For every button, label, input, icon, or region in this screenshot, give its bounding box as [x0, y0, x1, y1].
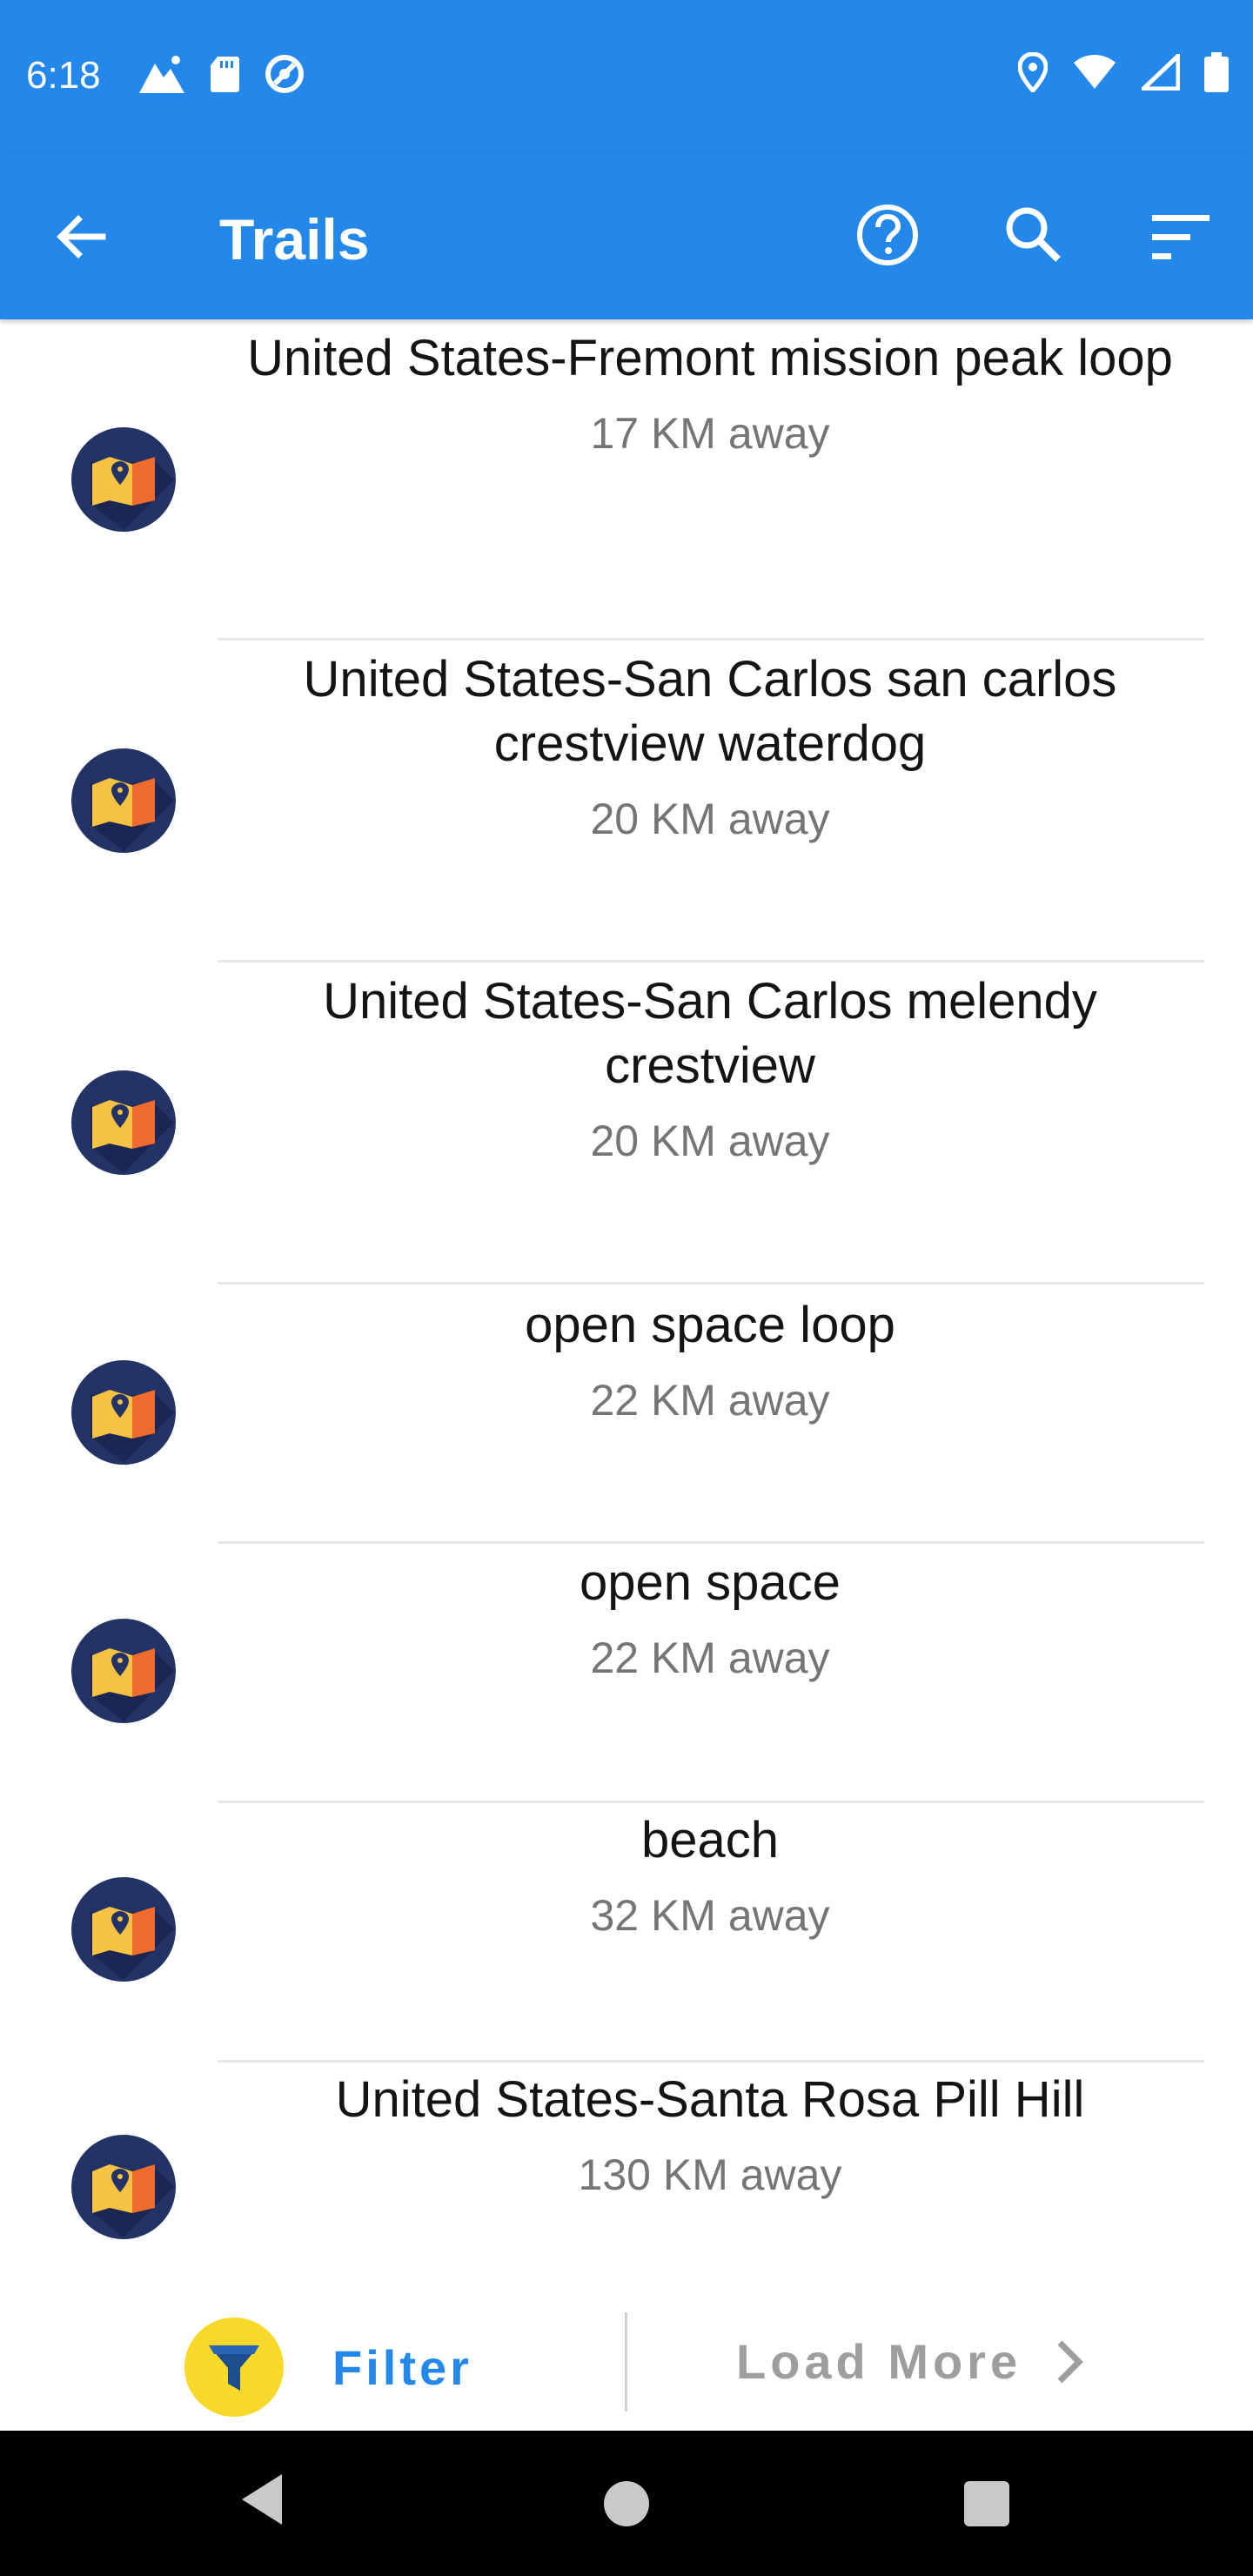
- filter-icon-circle: [184, 2318, 284, 2417]
- trail-list-item[interactable]: United States-San Carlos melendy crestvi…: [0, 963, 1253, 1283]
- trail-name: beach: [640, 1812, 780, 1868]
- trail-text: United States-Fremont mission peak loop …: [218, 326, 1203, 464]
- filter-button[interactable]: Filter: [184, 2318, 472, 2417]
- wifi-icon: [1074, 55, 1116, 89]
- status-bar: 6:18: [0, 0, 1253, 152]
- trail-list-item[interactable]: United States-Fremont mission peak loop …: [0, 319, 1253, 640]
- trail-distance: 22 KM away: [590, 1376, 830, 1425]
- trail-name: United States-Santa Rosa Pill Hill: [335, 2071, 1085, 2128]
- sd-card-icon: [211, 57, 239, 92]
- trail-distance: 32 KM away: [590, 1891, 830, 1940]
- load-more-button[interactable]: Load More: [736, 2333, 1086, 2390]
- location-icon: [1018, 52, 1048, 92]
- sort-button[interactable]: [1147, 203, 1216, 272]
- help-icon: [857, 205, 918, 265]
- trail-name: open space loop: [525, 1297, 895, 1353]
- trail-list-item[interactable]: open space loop 22 KM away: [0, 1285, 1253, 1542]
- chevron-right-icon: [1057, 2340, 1084, 2383]
- trail-distance: 20 KM away: [590, 1117, 830, 1165]
- trail-distance: 20 KM away: [590, 795, 830, 843]
- trail-name: open space: [580, 1554, 841, 1611]
- trail-name: United States-San Carlos melendy crestvi…: [323, 973, 1097, 1094]
- sort-icon: [1152, 215, 1209, 259]
- status-left-icons: [137, 52, 306, 96]
- search-icon: [1006, 207, 1061, 262]
- map-icon: [71, 1360, 176, 1465]
- mountain-icon: [139, 56, 184, 93]
- trail-list-item[interactable]: United States-Santa Rosa Pill Hill 130 K…: [0, 2063, 1253, 2284]
- trail-list[interactable]: United States-Fremont mission peak loop …: [0, 319, 1253, 2284]
- nav-recents-icon[interactable]: [964, 2481, 1009, 2526]
- bottom-bar-divider: [625, 2312, 627, 2412]
- trail-text: open space 22 KM away: [218, 1551, 1203, 1688]
- trail-text: open space loop 22 KM away: [218, 1293, 1203, 1431]
- bottom-action-bar: Filter Load More: [0, 2284, 1253, 2431]
- trail-name: United States-San Carlos san carlos cres…: [303, 651, 1117, 772]
- map-icon: [71, 1070, 176, 1175]
- trail-list-item[interactable]: United States-San Carlos san carlos cres…: [0, 641, 1253, 961]
- app-bar: Trails: [0, 152, 1253, 319]
- help-button[interactable]: [853, 200, 922, 270]
- trail-distance: 22 KM away: [590, 1633, 830, 1682]
- filter-funnel-icon: [209, 2345, 259, 2391]
- system-nav-bar: [0, 2431, 1253, 2576]
- status-time: 6:18: [26, 54, 101, 97]
- signal-icon: [1142, 54, 1180, 91]
- back-button[interactable]: [50, 206, 111, 267]
- trail-text: United States-San Carlos san carlos cres…: [218, 647, 1203, 849]
- load-more-label: Load More: [736, 2334, 1022, 2389]
- map-icon: [71, 2135, 176, 2239]
- trail-name: United States-Fremont mission peak loop: [247, 330, 1173, 386]
- filter-label: Filter: [332, 2339, 472, 2395]
- map-icon: [71, 427, 176, 532]
- trail-list-item[interactable]: open space 22 KM away: [0, 1544, 1253, 1801]
- nav-back-icon[interactable]: [237, 2469, 285, 2530]
- trail-distance: 130 KM away: [578, 2150, 842, 2199]
- battery-icon: [1204, 52, 1229, 92]
- trail-text: United States-San Carlos melendy crestvi…: [218, 969, 1203, 1171]
- trail-list-item[interactable]: beach 32 KM away: [0, 1803, 1253, 2061]
- trail-text: beach 32 KM away: [218, 1808, 1203, 1946]
- nav-home-icon[interactable]: [604, 2481, 649, 2526]
- page-title: Trails: [219, 207, 370, 272]
- status-right-icons: [1018, 52, 1229, 92]
- sync-disabled-icon: [265, 55, 304, 93]
- search-button[interactable]: [999, 200, 1069, 270]
- map-icon: [71, 1877, 176, 1982]
- trail-distance: 17 KM away: [590, 409, 830, 458]
- map-icon: [71, 1619, 176, 1723]
- arrow-back-icon: [57, 215, 106, 258]
- trail-text: United States-Santa Rosa Pill Hill 130 K…: [218, 2068, 1203, 2205]
- map-icon: [71, 748, 176, 853]
